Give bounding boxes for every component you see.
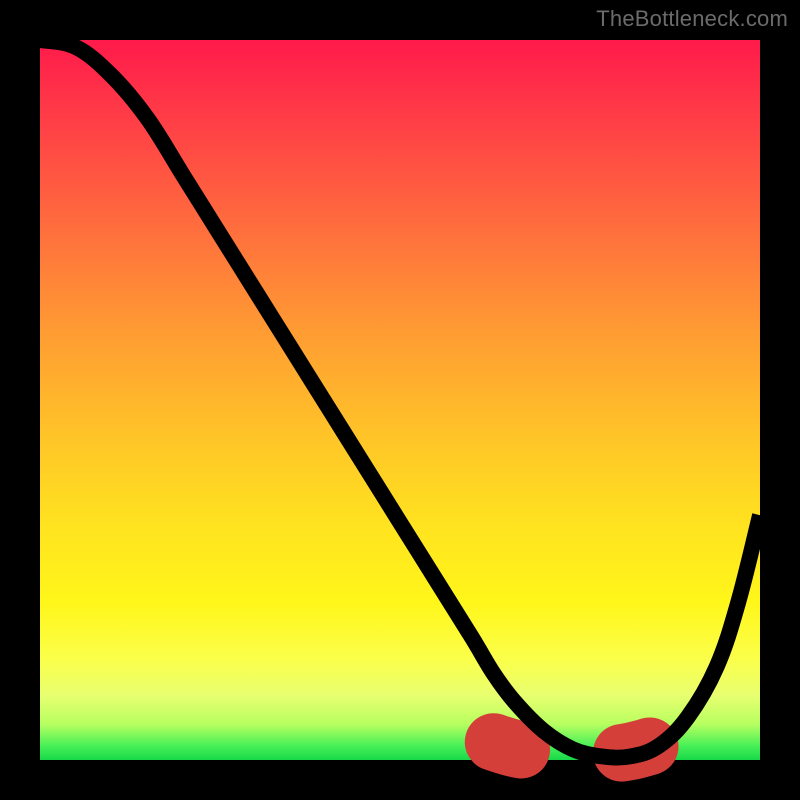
chart-frame: TheBottleneck.com	[0, 0, 800, 800]
curve-layer	[40, 40, 760, 760]
primary-curve	[40, 40, 760, 758]
watermark-text: TheBottleneck.com	[596, 6, 788, 32]
